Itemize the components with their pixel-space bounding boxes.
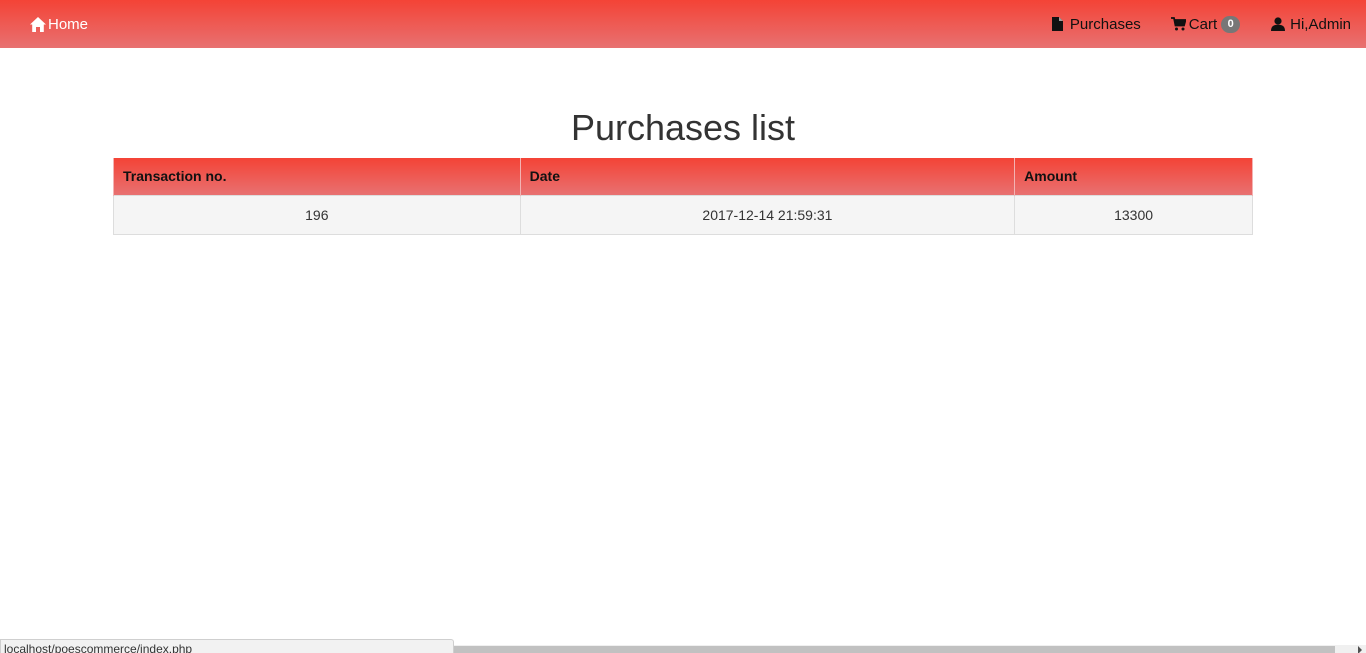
table-header-row: Transaction no. Date Amount xyxy=(113,158,1253,195)
table-header: Transaction no. Date Amount xyxy=(113,158,1253,195)
home-icon xyxy=(30,16,46,32)
purchases-table-container: Transaction no. Date Amount 196 2017-12-… xyxy=(113,158,1253,235)
browser-status-bar: localhost/poescommerce/index.php xyxy=(0,639,454,653)
table-body: 196 2017-12-14 21:59:31 13300 xyxy=(113,194,1253,235)
shopping-cart-icon xyxy=(1171,16,1187,32)
page-title: Purchases list xyxy=(570,107,796,148)
user-greeting-label: Hi,Admin xyxy=(1290,15,1351,33)
horizontal-scrollbar-thumb[interactable] xyxy=(454,646,1335,653)
purchases-link-label: Purchases xyxy=(1069,15,1141,33)
user-icon xyxy=(1270,16,1286,32)
column-header-date: Date xyxy=(519,158,1016,195)
home-link-label: Home xyxy=(48,15,89,33)
cart-count-badge: 0 xyxy=(1221,15,1241,33)
nav-left: Home xyxy=(0,16,88,33)
file-icon xyxy=(1050,16,1066,32)
table-row: 196 2017-12-14 21:59:31 13300 xyxy=(113,194,1253,235)
purchases-link[interactable]: Purchases xyxy=(1050,16,1141,33)
column-header-transaction-no: Transaction no. xyxy=(113,158,521,195)
top-navbar: Home Purchases Cart 0 Hi,Admin xyxy=(0,0,1366,48)
cell-transaction-no: 196 xyxy=(113,194,521,235)
purchases-table: Transaction no. Date Amount 196 2017-12-… xyxy=(113,158,1253,235)
scroll-right-arrow-icon[interactable] xyxy=(1358,646,1362,653)
home-link[interactable]: Home xyxy=(30,16,88,33)
cell-amount: 13300 xyxy=(1014,194,1253,235)
cart-link[interactable]: Cart 0 xyxy=(1171,15,1241,33)
cell-date: 2017-12-14 21:59:31 xyxy=(519,194,1016,235)
column-header-amount: Amount xyxy=(1014,158,1253,195)
horizontal-scrollbar[interactable] xyxy=(454,645,1366,653)
nav-right: Purchases Cart 0 Hi,Admin xyxy=(1050,15,1366,33)
user-account-link[interactable]: Hi,Admin xyxy=(1270,16,1351,33)
cart-link-label: Cart xyxy=(1188,15,1218,33)
